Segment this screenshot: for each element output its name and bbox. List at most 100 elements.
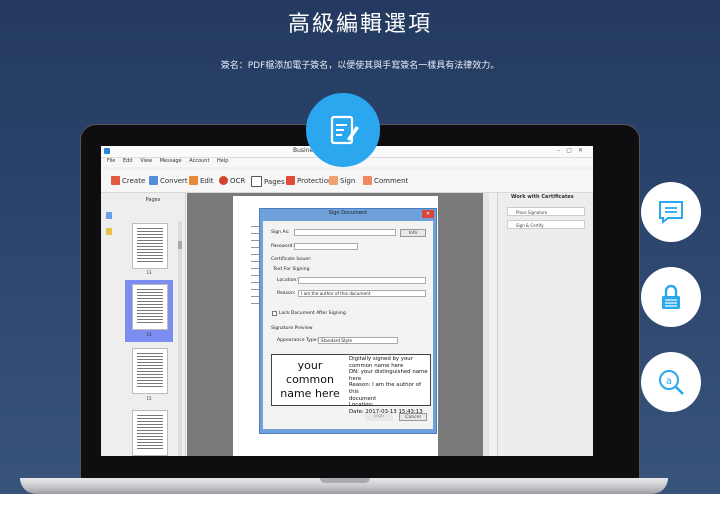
menu-help[interactable]: Help — [217, 158, 228, 164]
thumb-label-13: 13 — [146, 270, 152, 275]
message-icon — [659, 201, 683, 225]
hero-subtitle: 簽名：PDF檔添加電子簽名，以便使其與手寫簽名一樣具有法律效力。 — [220, 61, 500, 71]
menu-view[interactable]: View — [140, 158, 152, 164]
ocr-button[interactable]: OCR — [219, 176, 245, 185]
laptop-base — [20, 478, 668, 494]
toolbar: Create Convert Edit OCR Pages Protection… — [101, 170, 593, 193]
lock-icon — [662, 284, 680, 309]
create-icon — [111, 176, 120, 185]
cancel-dialog-button[interactable]: Cancel — [399, 413, 427, 421]
password-label: Password: — [271, 244, 295, 249]
signature-preview-box: your common name here Digitally signed b… — [271, 354, 431, 415]
document-icon[interactable] — [106, 212, 112, 219]
thumb-label-15: 15 — [146, 396, 152, 401]
convert-label: Convert — [160, 176, 188, 185]
sign-certify-item[interactable]: Sign & Certify — [507, 220, 585, 229]
convert-button[interactable]: Convert — [149, 176, 188, 185]
thumb-text-lines — [137, 415, 163, 449]
pages-button[interactable]: Pages — [251, 176, 285, 187]
certificate-issuer-label: Certificate Issuer: — [271, 257, 312, 262]
thumb-1[interactable] — [132, 223, 168, 269]
ocr-icon — [219, 176, 228, 185]
sign-dialog-button[interactable]: Sign — [365, 413, 393, 421]
thumb-2[interactable] — [132, 284, 168, 330]
preview-line: Digitally signed by your — [349, 356, 413, 362]
location-label: Location: — [277, 278, 298, 283]
lock-feature-circle — [641, 267, 701, 327]
thumb-4[interactable] — [132, 410, 168, 456]
menu-message[interactable]: Message — [160, 158, 182, 164]
menu-edit[interactable]: Edit — [123, 158, 133, 164]
lock-label: Lock Document After Signing — [279, 311, 346, 316]
preview-line: document — [349, 395, 377, 402]
thumb-3[interactable] — [132, 348, 168, 394]
hero-title: 高級編輯選項 — [287, 12, 432, 37]
laptop-notch — [320, 478, 370, 483]
main-feature-circle — [306, 93, 380, 167]
bottom-white-band — [0, 494, 720, 521]
edit-button[interactable]: Edit — [189, 176, 214, 185]
protection-button[interactable]: Protection — [286, 176, 332, 185]
shield-icon — [286, 176, 295, 185]
reason-select[interactable]: I am the author of this document — [298, 290, 426, 297]
pages-header: Pages — [145, 197, 161, 203]
create-button[interactable]: Create — [111, 176, 145, 185]
thumb-text-lines — [137, 228, 163, 262]
menu-file[interactable]: File — [107, 158, 115, 164]
scroll-thumb[interactable] — [178, 241, 182, 249]
comment-button[interactable]: Comment — [363, 176, 408, 185]
convert-icon — [149, 176, 158, 185]
message-feature-circle — [641, 182, 701, 242]
lock-checkbox[interactable] — [272, 311, 277, 316]
window-controls[interactable]: –▢✕ — [557, 147, 589, 154]
search-document-icon: a — [659, 370, 684, 395]
right-panel-header: Work with Certificates — [511, 194, 574, 200]
attachment-icon[interactable] — [106, 228, 112, 235]
thumb-label-14: 14 — [146, 332, 152, 337]
signature-preview-label: Signature Preview — [271, 326, 313, 331]
pen-document-icon — [330, 115, 359, 145]
pages-icon — [251, 176, 262, 187]
preview-line: here — [349, 375, 362, 382]
document-scrollbar[interactable] — [483, 193, 489, 456]
preview-common-name: your common name here — [280, 359, 340, 400]
sign-as-select[interactable] — [294, 229, 396, 236]
dialog-body: Sign As: Info Password: Certificate Issu… — [263, 221, 433, 429]
info-button[interactable]: Info — [400, 229, 426, 237]
place-signature-item[interactable]: Place Signature — [507, 207, 585, 216]
text-for-signing-label: Text For Signing — [273, 267, 310, 272]
sign-label: Sign — [340, 176, 356, 185]
menu-account[interactable]: Account — [189, 158, 209, 164]
pages-label: Pages — [264, 177, 285, 186]
sign-as-label: Sign As: — [271, 230, 290, 235]
comment-icon — [363, 176, 372, 185]
preview-line: common name here — [349, 362, 404, 369]
preview-line: Reason: I am the author of this — [349, 382, 421, 395]
dialog-close-button[interactable]: ✕ — [422, 210, 434, 218]
appearance-type-select[interactable]: Standard Style — [318, 337, 398, 344]
app-logo — [104, 148, 110, 154]
search-feature-circle: a — [641, 352, 701, 412]
sign-document-dialog: Sign Document ✕ Sign As: Info Password: … — [259, 208, 437, 434]
sign-icon — [329, 176, 338, 185]
preview-line: DN: your distinguished name — [349, 369, 428, 376]
edit-icon — [189, 176, 198, 185]
right-panel — [497, 193, 593, 456]
laptop-screen: Busine –▢✕ File Edit View Message Accoun… — [101, 146, 593, 456]
edit-label: Edit — [200, 176, 214, 185]
password-field[interactable] — [294, 243, 358, 250]
side-icons — [106, 212, 112, 244]
preview-details: Digitally signed by your common name her… — [349, 356, 429, 415]
appearance-type-label: Appearance Type: — [277, 338, 319, 343]
ocr-label: OCR — [230, 176, 246, 185]
sign-button[interactable]: Sign — [329, 176, 355, 185]
pages-scrollbar[interactable] — [178, 221, 182, 456]
dialog-title: Sign Document — [328, 210, 368, 216]
thumb-text-lines — [137, 353, 163, 387]
thumb-text-lines — [137, 289, 163, 323]
location-field[interactable] — [298, 277, 426, 284]
protection-label: Protection — [297, 176, 333, 185]
reason-label: Reason: — [277, 291, 296, 296]
comment-label: Comment — [374, 176, 409, 185]
create-label: Create — [122, 176, 146, 185]
